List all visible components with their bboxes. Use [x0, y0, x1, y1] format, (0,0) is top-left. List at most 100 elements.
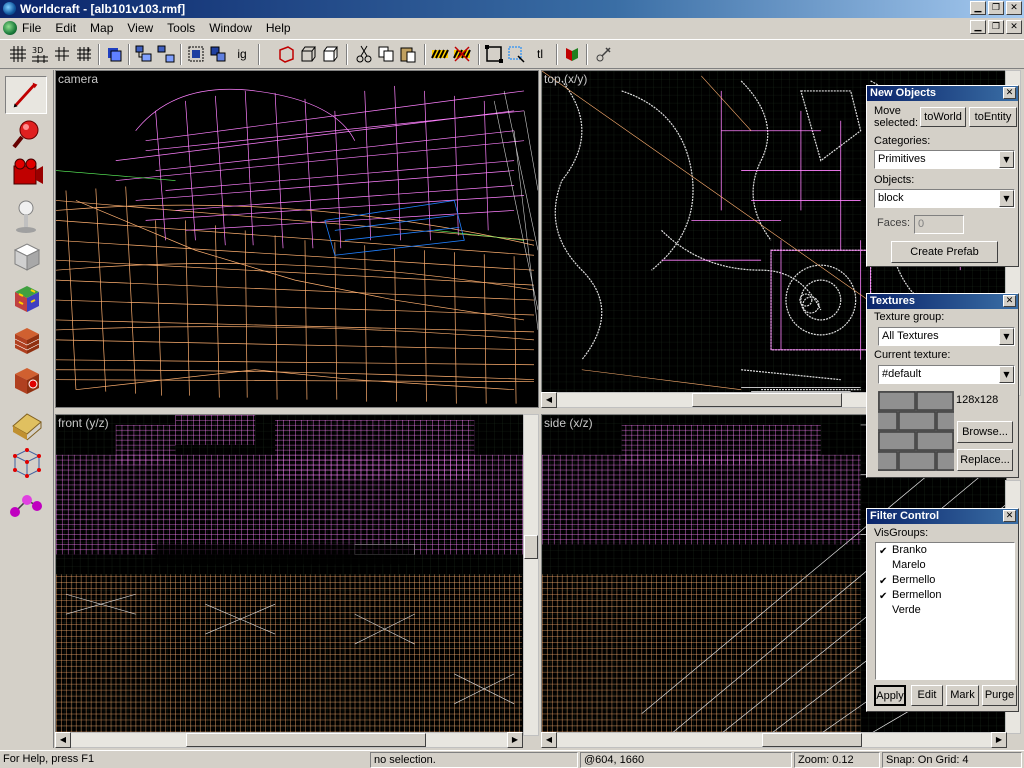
- check-icon[interactable]: ✔: [879, 544, 887, 559]
- status-zoom: Zoom: 0.12: [794, 752, 880, 768]
- replace-button[interactable]: Replace...: [957, 449, 1013, 471]
- textures-close-icon[interactable]: ✕: [1003, 295, 1016, 307]
- entity-tool-icon[interactable]: [5, 198, 47, 236]
- front-scroll-thumb[interactable]: [186, 733, 426, 747]
- visgroup-verde[interactable]: Verde: [876, 603, 1014, 618]
- chevron-down-icon[interactable]: ▼: [999, 151, 1014, 168]
- visgroup-bermello[interactable]: ✔ Bermello: [876, 573, 1014, 588]
- front-horizontal-scrollbar[interactable]: ◀ ▶: [55, 732, 523, 748]
- check-icon[interactable]: ✔: [879, 574, 887, 589]
- ig-text-icon[interactable]: ig: [232, 44, 252, 64]
- visgroups-label: VisGroups:: [874, 527, 929, 539]
- top-scroll-thumb[interactable]: [692, 393, 842, 407]
- side-scroll-right-icon[interactable]: ▶: [991, 732, 1007, 748]
- block-tool-icon[interactable]: [5, 238, 47, 276]
- current-texture-label: Current texture:: [874, 349, 951, 361]
- side-scroll-left-icon[interactable]: ◀: [541, 732, 557, 748]
- side-horizontal-scrollbar[interactable]: ◀ ▶: [541, 732, 1007, 748]
- visgroup-bermellon[interactable]: ✔ Bermellon: [876, 588, 1014, 603]
- apply-texture-icon[interactable]: [5, 322, 47, 360]
- decal-tool-icon[interactable]: [5, 362, 47, 400]
- hazard-icon[interactable]: [452, 44, 472, 64]
- texture-group-select[interactable]: All Textures ▼: [878, 327, 1015, 346]
- objects-select[interactable]: block ▼: [874, 189, 1015, 208]
- front-viewport[interactable]: front (y/z): [55, 414, 539, 734]
- browse-button[interactable]: Browse...: [957, 421, 1013, 443]
- doc-close-icon[interactable]: ✕: [1006, 20, 1022, 34]
- edit-button[interactable]: Edit: [911, 685, 943, 706]
- side-scroll-thumb[interactable]: [762, 733, 862, 747]
- menu-view[interactable]: View: [127, 21, 153, 35]
- to-world-button[interactable]: toWorld: [920, 107, 966, 127]
- front-vscroll-thumb[interactable]: [524, 535, 538, 559]
- chevron-down-icon[interactable]: ▼: [999, 190, 1014, 207]
- selection-box-icon[interactable]: [484, 44, 504, 64]
- vertex-tool-icon[interactable]: [5, 444, 47, 482]
- front-scroll-left-icon[interactable]: ◀: [55, 732, 71, 748]
- hide-items-icon[interactable]: [186, 44, 206, 64]
- chevron-down-icon[interactable]: ▼: [999, 328, 1014, 345]
- visgroup-branko[interactable]: ✔ Branko: [876, 543, 1014, 558]
- front-wireframe: [56, 415, 538, 733]
- document-icon[interactable]: [3, 21, 17, 35]
- run-map-icon[interactable]: [562, 44, 582, 64]
- texture-app-icon[interactable]: [5, 280, 47, 318]
- maximize-icon[interactable]: ❐: [988, 1, 1004, 15]
- categories-select[interactable]: Primitives ▼: [874, 150, 1015, 169]
- menu-tools[interactable]: Tools: [167, 21, 195, 35]
- camera-viewport-label: camera: [58, 72, 99, 86]
- path-tool-icon[interactable]: [5, 486, 47, 524]
- menu-window[interactable]: Window: [209, 21, 252, 35]
- ungroup-icon[interactable]: [156, 44, 176, 64]
- grid-toggle-icon[interactable]: [8, 44, 28, 64]
- menu-help[interactable]: Help: [266, 21, 291, 35]
- worldcraft-app-icon[interactable]: [3, 2, 16, 15]
- camera-viewport[interactable]: camera: [55, 70, 539, 408]
- compile-icon[interactable]: [594, 44, 614, 64]
- top-scroll-left-icon[interactable]: ◀: [541, 392, 557, 408]
- copy-icon[interactable]: [376, 44, 396, 64]
- menu-map[interactable]: Map: [90, 21, 113, 35]
- ghost-icon[interactable]: [320, 44, 340, 64]
- show-hidden-icon[interactable]: [208, 44, 228, 64]
- chevron-down-icon[interactable]: ▼: [999, 366, 1014, 383]
- faces-spinner[interactable]: 0: [914, 215, 964, 234]
- doc-restore-icon[interactable]: ❐: [988, 20, 1004, 34]
- mark-button[interactable]: Mark: [946, 685, 979, 706]
- hollow-icon[interactable]: [298, 44, 318, 64]
- check-icon[interactable]: ✔: [879, 589, 887, 604]
- pointer-tool-icon[interactable]: [5, 76, 47, 114]
- new-objects-close-icon[interactable]: ✕: [1003, 87, 1016, 99]
- camera-tool-icon[interactable]: [5, 156, 47, 194]
- filter-control-close-icon[interactable]: ✕: [1003, 510, 1016, 522]
- front-vertical-scrollbar[interactable]: [523, 414, 539, 736]
- texture-icon[interactable]: tl: [530, 44, 550, 64]
- clip-tool-icon[interactable]: [5, 404, 47, 442]
- minimize-icon[interactable]: ▁: [970, 1, 986, 15]
- document-window-controls: ▁ ❐ ✕: [970, 20, 1022, 34]
- visgroup-marelo[interactable]: Marelo: [876, 558, 1014, 573]
- group-icon[interactable]: [134, 44, 154, 64]
- svg-text:3D: 3D: [32, 46, 43, 55]
- current-texture-select[interactable]: #default ▼: [878, 365, 1015, 384]
- create-prefab-button[interactable]: Create Prefab: [891, 241, 998, 263]
- close-icon[interactable]: ✕: [1006, 1, 1022, 15]
- smaller-grid-icon[interactable]: [52, 44, 72, 64]
- larger-grid-icon[interactable]: +: [74, 44, 94, 64]
- carve-icon[interactable]: [276, 44, 296, 64]
- front-scroll-right-icon[interactable]: ▶: [507, 732, 523, 748]
- visgroups-list[interactable]: ✔ Branko Marelo ✔ Bermello ✔ Bermellon Verd…: [875, 542, 1015, 680]
- magnify-tool-icon[interactable]: [5, 116, 47, 154]
- doc-minimize-icon[interactable]: ▁: [970, 20, 986, 34]
- cut-icon[interactable]: [354, 44, 374, 64]
- selection-handles-icon[interactable]: [506, 44, 526, 64]
- to-entity-button[interactable]: toEntity: [969, 107, 1017, 127]
- apply-button[interactable]: Apply: [874, 685, 906, 706]
- texture-lock-icon[interactable]: [430, 44, 450, 64]
- paste-icon[interactable]: [398, 44, 418, 64]
- menu-edit[interactable]: Edit: [55, 21, 76, 35]
- 3d-grid-icon[interactable]: 3D: [30, 44, 50, 64]
- purge-button[interactable]: Purge: [982, 685, 1017, 706]
- menu-file[interactable]: File: [22, 21, 41, 35]
- load-window-state-icon[interactable]: [104, 44, 124, 64]
